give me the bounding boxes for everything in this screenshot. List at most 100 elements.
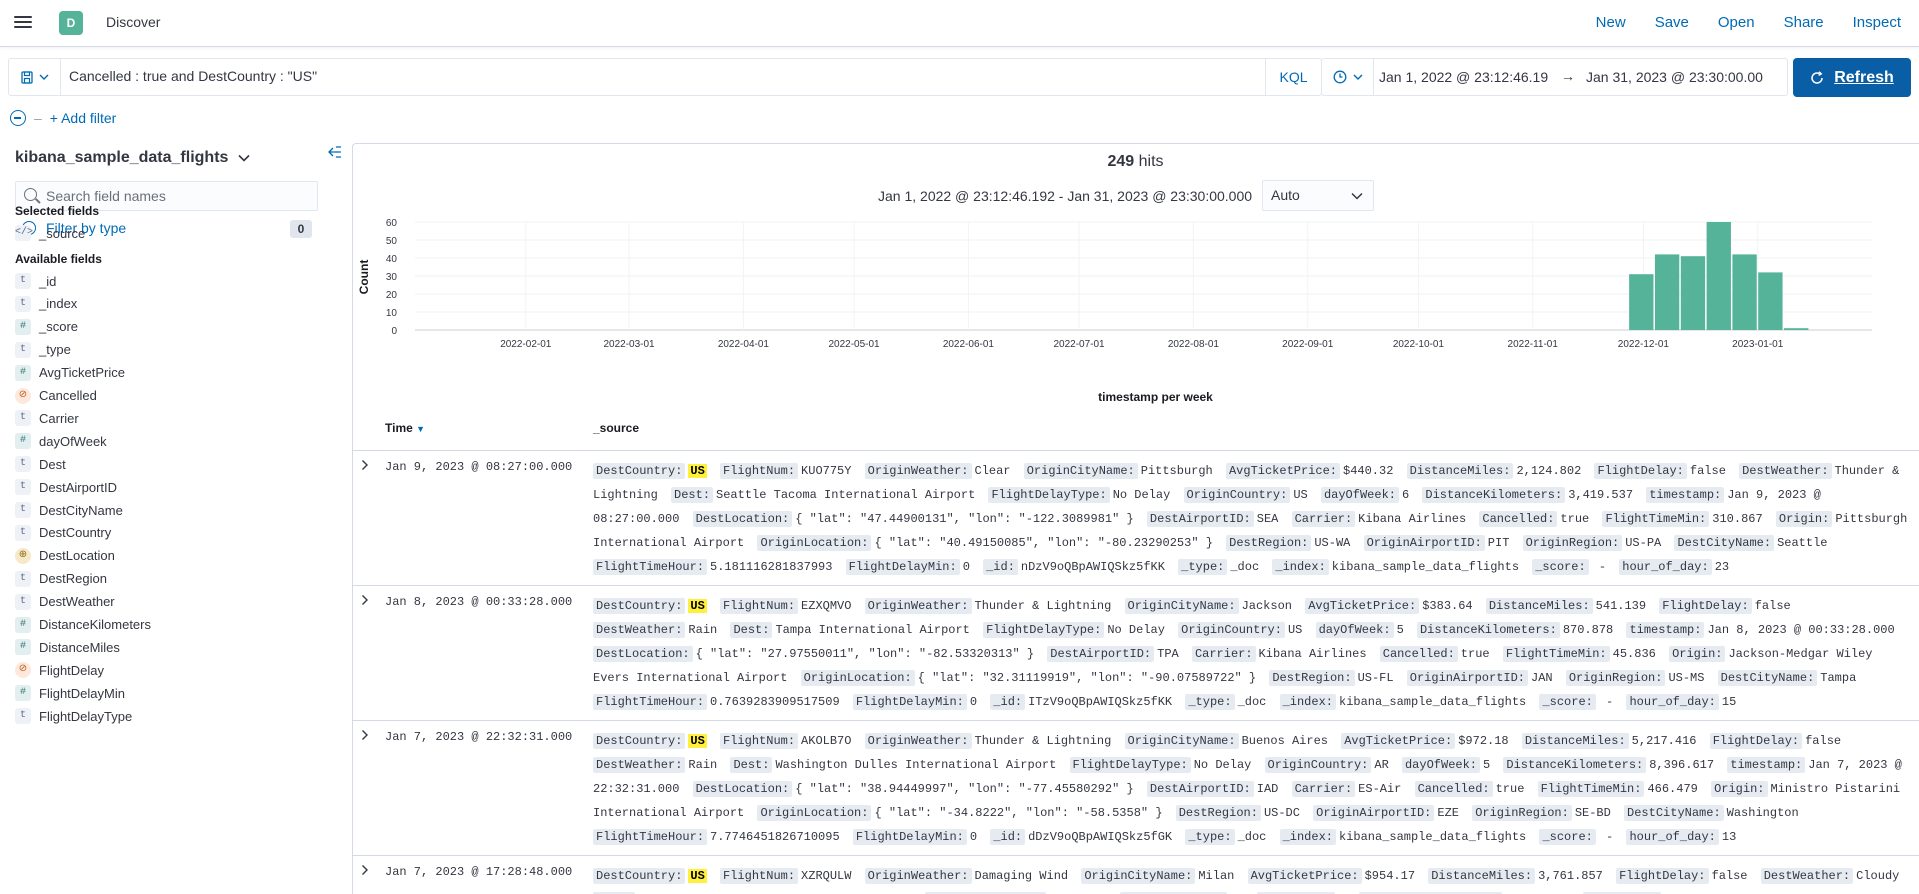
source-field-key: OriginWeather:: [864, 463, 972, 479]
source-field-key: AvgTicketPrice:: [1247, 868, 1362, 884]
source-field-value: Kibana Airlines: [1358, 512, 1467, 526]
histogram-bar[interactable]: [1706, 222, 1731, 330]
source-field-value: US: [1293, 488, 1308, 502]
source-field-key: DestWeather:: [593, 622, 686, 638]
source-field-value: Pittsburgh: [1140, 464, 1213, 478]
source-field-key: DistanceMiles:: [1406, 463, 1514, 479]
source-field-key: hour_of_day:: [1626, 829, 1719, 845]
source-field-key: DestAirportID:: [1047, 646, 1155, 662]
source-field-value: US-PA: [1625, 536, 1662, 550]
source-field-key: timestamp:: [1727, 757, 1806, 773]
field-item[interactable]: t _index: [15, 294, 77, 314]
kql-toggle[interactable]: KQL: [1265, 59, 1321, 95]
y-tick-label: 60: [386, 218, 398, 229]
query-input[interactable]: [69, 68, 1249, 84]
histogram-bar[interactable]: [1732, 254, 1757, 330]
expand-row-icon[interactable]: [361, 594, 369, 609]
source-field-value: $972.18: [1458, 734, 1509, 748]
app-badge[interactable]: D: [59, 11, 83, 35]
field-type-icon: t: [15, 479, 31, 496]
source-field-key: DestCityName:: [1717, 670, 1818, 686]
histogram-bar[interactable]: [1629, 274, 1654, 330]
field-item[interactable]: t Carrier: [15, 408, 79, 428]
filter-separator: –: [34, 110, 42, 126]
field-item[interactable]: t _type: [15, 340, 71, 360]
field-name: DistanceKilometers: [39, 617, 151, 632]
field-item[interactable]: # AvgTicketPrice: [15, 363, 125, 383]
source-field-key: DestCountry:: [593, 598, 686, 614]
end-date[interactable]: Jan 31, 2023 @ 23:30:00.00: [1586, 69, 1763, 85]
histogram-bar[interactable]: [1654, 254, 1680, 330]
source-field-key: DestLocation:: [593, 646, 693, 662]
query-bar: KQL: [8, 58, 1322, 96]
quick-select-button[interactable]: [1322, 59, 1374, 95]
source-field-value: _doc: [1237, 695, 1267, 709]
source-field-key: OriginCountry:: [1264, 757, 1372, 773]
x-tick-label: 2022-12-01: [1618, 339, 1670, 350]
start-date[interactable]: Jan 1, 2022 @ 23:12:46.19: [1379, 69, 1548, 85]
results-panel: 249 hits Jan 1, 2022 @ 23:12:46.192 - Ja…: [352, 143, 1919, 894]
saved-query-menu[interactable]: [9, 59, 61, 95]
field-type-icon: #: [15, 433, 31, 450]
refresh-icon: [1811, 70, 1823, 84]
new-button[interactable]: New: [1596, 14, 1626, 31]
add-filter-button[interactable]: + Add filter: [50, 110, 117, 126]
field-item[interactable]: # DistanceKilometers: [15, 615, 151, 635]
inspect-button[interactable]: Inspect: [1853, 14, 1901, 31]
field-item[interactable]: ⊘ Cancelled: [15, 386, 97, 406]
histogram-bar[interactable]: [1680, 256, 1706, 330]
expand-row-icon[interactable]: [361, 864, 369, 879]
expand-row-icon[interactable]: [361, 729, 369, 744]
field-item[interactable]: t DestWeather: [15, 592, 115, 612]
source-field-key: Origin:: [1711, 781, 1768, 797]
column-header-time[interactable]: Time ▼: [385, 421, 425, 435]
source-field-value: AR: [1374, 758, 1389, 772]
refresh-button[interactable]: Refresh: [1793, 58, 1911, 97]
available-fields-title: Available fields: [15, 252, 102, 266]
field-item[interactable]: # dayOfWeek: [15, 431, 107, 451]
source-field-value: Seattle Tacoma International Airport: [716, 488, 976, 502]
open-button[interactable]: Open: [1718, 14, 1755, 31]
search-highlight: US: [688, 464, 707, 478]
expand-row-icon[interactable]: [361, 459, 369, 474]
row-timestamp: Jan 9, 2023 @ 08:27:00.000: [385, 460, 573, 474]
field-type-icon: #: [15, 318, 31, 335]
field-item[interactable]: ⊕ DestLocation: [15, 546, 115, 566]
field-search-input[interactable]: [46, 188, 306, 204]
save-button[interactable]: Save: [1655, 14, 1689, 31]
histogram-bar[interactable]: [1758, 272, 1783, 330]
source-field-value: Cloudy: [1856, 869, 1900, 883]
source-field-key: _type:: [1185, 829, 1235, 845]
x-tick-label: 2022-02-01: [500, 339, 552, 350]
field-item[interactable]: t DestRegion: [15, 569, 107, 589]
field-item[interactable]: ⊘ FlightDelay: [15, 660, 104, 680]
source-field-value: US-MS: [1668, 671, 1705, 685]
source-field-key: OriginCityName:: [1124, 598, 1239, 614]
field-item-source[interactable]: </> _source: [15, 223, 85, 243]
x-tick-label: 2022-04-01: [718, 339, 770, 350]
field-item[interactable]: t DestAirportID: [15, 477, 117, 497]
hamburger-menu-icon[interactable]: [12, 13, 34, 33]
interval-select[interactable]: Auto: [1262, 180, 1375, 211]
histogram-bar[interactable]: [1784, 328, 1809, 330]
field-type-icon: ⊘: [15, 662, 31, 679]
source-field-key: FlightNum:: [720, 733, 799, 749]
source-field-key: Carrier:: [1291, 511, 1356, 527]
source-field-value: Milan: [1198, 869, 1235, 883]
field-item[interactable]: # DistanceMiles: [15, 637, 120, 657]
source-field-value: true: [1495, 782, 1525, 796]
collapse-sidebar-icon[interactable]: [328, 145, 342, 162]
field-item[interactable]: # FlightDelayMin: [15, 683, 125, 703]
filter-menu-icon[interactable]: [10, 110, 26, 126]
share-button[interactable]: Share: [1784, 14, 1824, 31]
field-item[interactable]: # _score: [15, 317, 78, 337]
field-item[interactable]: t Dest: [15, 454, 66, 474]
source-field-value: { "lat": "47.44900131", "lon": "-122.308…: [795, 512, 1134, 526]
field-item[interactable]: t _id: [15, 271, 56, 291]
source-field-key: hour_of_day:: [1619, 559, 1712, 575]
field-item[interactable]: t FlightDelayType: [15, 706, 132, 726]
source-field-key: OriginAirportID:: [1406, 670, 1528, 686]
field-item[interactable]: t DestCountry: [15, 523, 111, 543]
field-item[interactable]: t DestCityName: [15, 500, 123, 520]
index-pattern-selector[interactable]: kibana_sample_data_flights: [15, 149, 250, 167]
